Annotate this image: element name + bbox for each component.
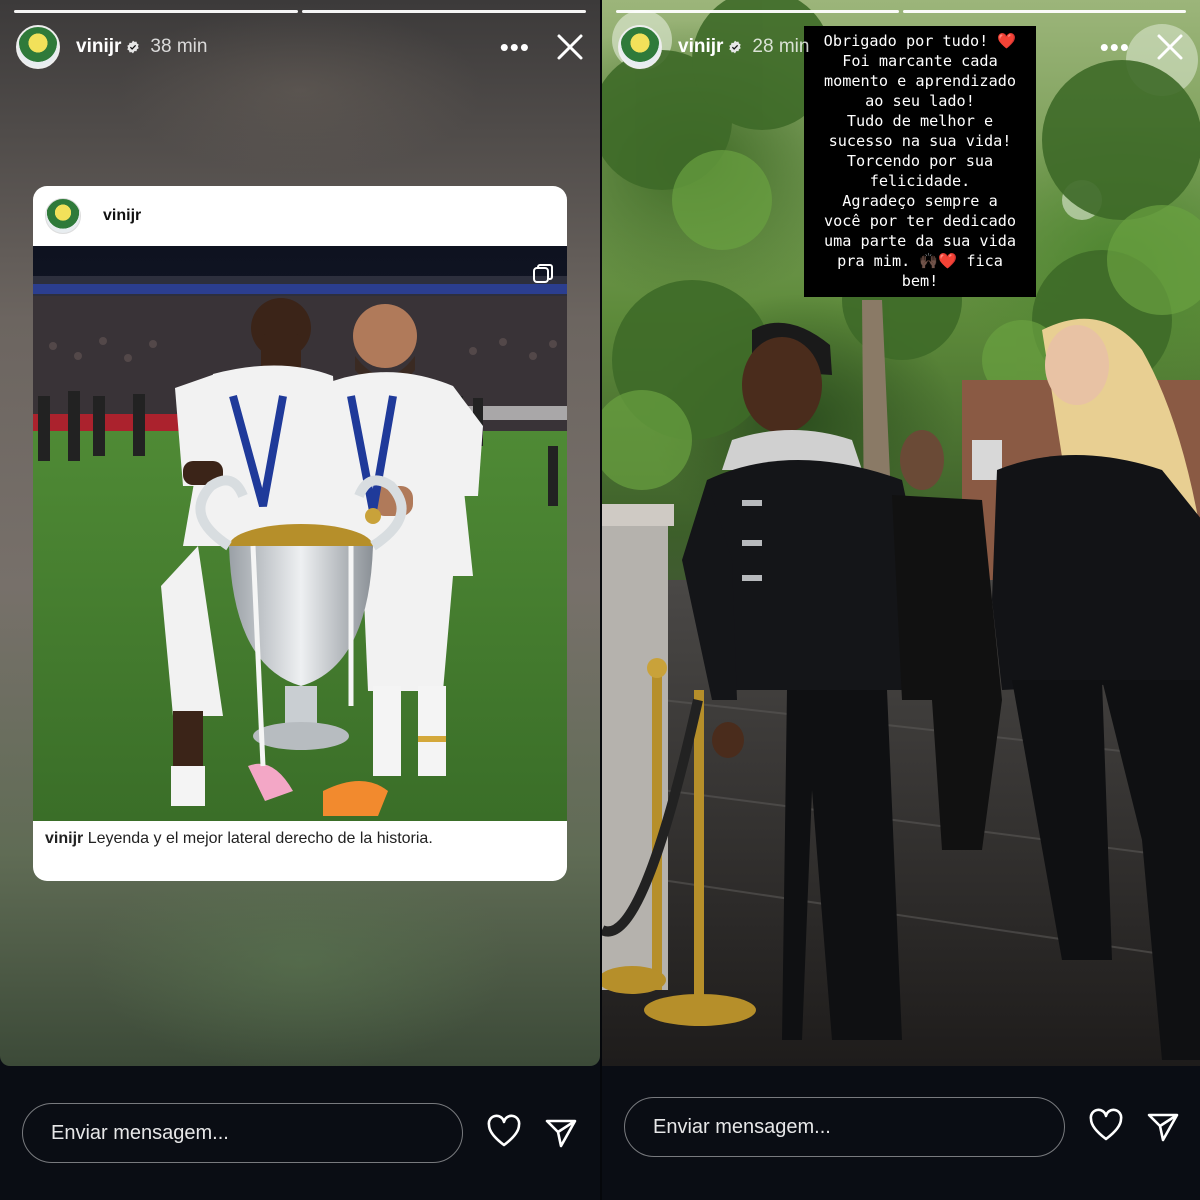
message-placeholder: Enviar mensagem... [653, 1115, 831, 1138]
verified-badge-icon [729, 40, 742, 54]
avatar[interactable] [618, 25, 662, 69]
close-icon[interactable] [554, 31, 586, 63]
header-actions: ••• [1100, 31, 1186, 63]
stadium-celebration-illustration [33, 246, 567, 821]
story-time: 28 min [752, 36, 810, 57]
story-username[interactable]: vinijr [678, 36, 723, 58]
story-left: vinijr 38 min ••• vinijr vinijr Leyenda … [0, 0, 600, 1200]
progress-segment [616, 10, 899, 13]
caption-text: Leyenda y el mejor lateral derecho de la… [87, 830, 433, 847]
story-footer: Enviar mensagem... [0, 1066, 600, 1200]
shared-post-card[interactable]: vinijr vinijr Leyenda y el mejor lateral… [33, 186, 567, 881]
caption-username[interactable]: vinijr [45, 830, 83, 847]
heart-icon[interactable] [1088, 1108, 1124, 1144]
story-username[interactable]: vinijr [76, 36, 121, 58]
post-username[interactable]: vinijr [103, 207, 141, 225]
progress-segment [903, 10, 1186, 13]
story-right: vinijr 28 min ••• Obrigado por tudo! ❤️ … [600, 0, 1200, 1200]
story-time: 38 min [150, 36, 208, 57]
post-card-header: vinijr [33, 186, 567, 246]
story-header: vinijr 38 min ••• [16, 24, 586, 70]
story-footer: Enviar mensagem... [602, 1066, 1200, 1200]
sticker-text: Obrigado por tudo! ❤️ Foi marcante cada … [823, 32, 1017, 290]
avatar[interactable] [16, 25, 60, 69]
post-caption: vinijr Leyenda y el mejor lateral derech… [45, 830, 433, 848]
progress-segment [14, 10, 298, 13]
verified-badge-icon [127, 40, 140, 54]
post-avatar[interactable] [45, 198, 81, 234]
story-progress-bar [616, 10, 1186, 13]
more-dots-icon[interactable]: ••• [1100, 34, 1130, 60]
send-icon[interactable] [1145, 1108, 1181, 1144]
story-header: vinijr 28 min ••• [618, 24, 1186, 70]
more-dots-icon[interactable]: ••• [500, 34, 530, 60]
message-input[interactable]: Enviar mensagem... [624, 1097, 1065, 1157]
multi-photo-icon [533, 264, 553, 283]
post-photo[interactable] [33, 246, 567, 821]
heart-icon[interactable] [486, 1114, 522, 1150]
message-input[interactable]: Enviar mensagem... [22, 1103, 463, 1163]
story-progress-bar [14, 10, 586, 13]
send-icon[interactable] [543, 1114, 579, 1150]
progress-segment [302, 10, 586, 13]
close-icon[interactable] [1154, 31, 1186, 63]
message-placeholder: Enviar mensagem... [51, 1121, 229, 1144]
header-actions: ••• [500, 31, 586, 63]
